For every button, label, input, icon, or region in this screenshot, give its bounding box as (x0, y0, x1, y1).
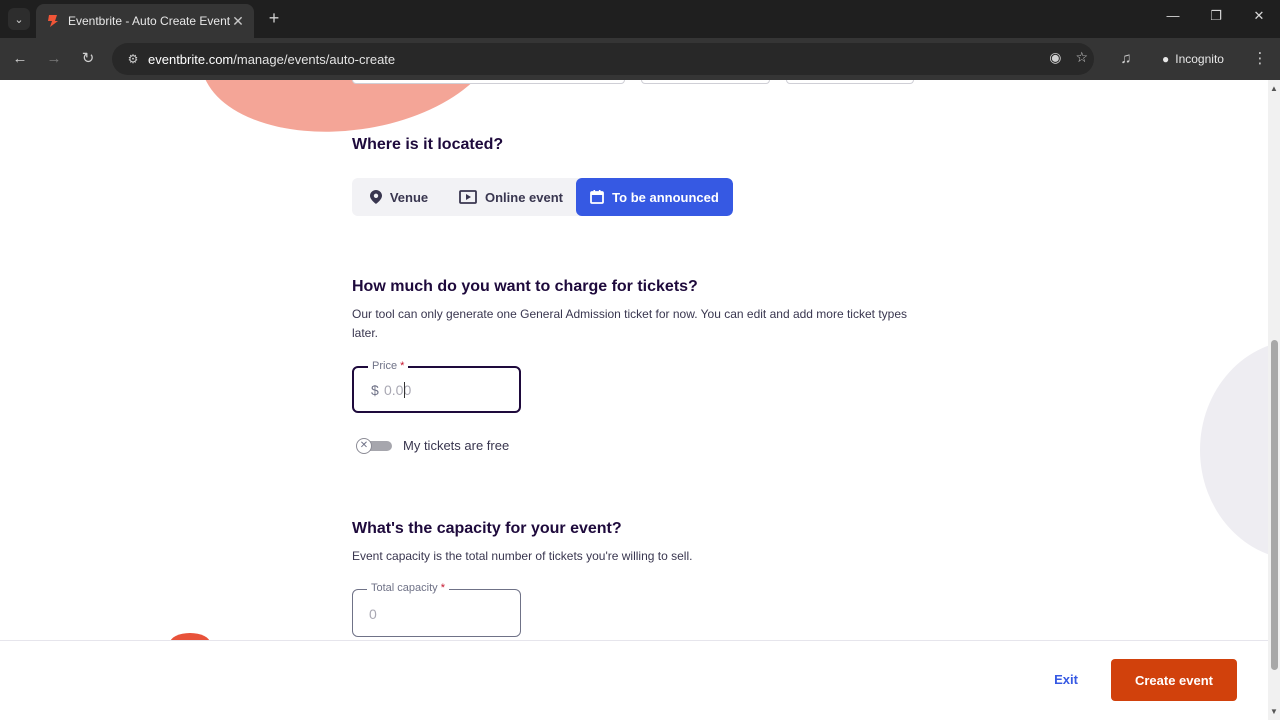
url-text: eventbrite.com/manage/events/auto-create (148, 52, 395, 67)
price-input[interactable] (384, 379, 494, 401)
close-icon[interactable]: ✕ (230, 13, 246, 30)
online-event-option[interactable]: Online event (446, 178, 576, 216)
forward-button[interactable]: → (44, 49, 64, 69)
location-heading: Where is it located? (352, 136, 504, 153)
decorative-blob-bottom (170, 633, 210, 640)
back-button[interactable]: ← (10, 49, 30, 69)
star-icon[interactable]: ☆ (1075, 49, 1088, 66)
toggle-off-icon: ✕ (356, 438, 372, 454)
plus-icon: + (268, 8, 280, 28)
incognito-icon: ● (1162, 52, 1170, 66)
restore-button[interactable]: ❐ (1206, 8, 1226, 24)
venue-label: Venue (389, 189, 429, 205)
calendar-icon (590, 190, 605, 204)
to-be-announced-label: To be announced (612, 189, 719, 205)
decorative-blob-right (1200, 340, 1268, 560)
new-tab-button[interactable]: + (264, 8, 284, 28)
previous-field-2[interactable] (641, 80, 770, 84)
text-cursor (404, 382, 406, 398)
tickets-description: Our tool can only generate one General A… (352, 307, 907, 340)
free-tickets-label: My tickets are free (403, 438, 510, 453)
online-event-label: Online event (484, 189, 564, 205)
venue-option[interactable]: Venue (352, 178, 446, 216)
eventbrite-logo-icon (48, 15, 58, 27)
price-label: Price * (368, 360, 409, 372)
previous-field-1[interactable] (352, 80, 625, 84)
window-close-button[interactable]: ✕ (1249, 8, 1269, 24)
browser-tab-bar: ⌄ Eventbrite - Auto Create Event ✕ + — ❐… (0, 0, 1280, 38)
price-field[interactable]: Price * $ (352, 360, 521, 413)
reload-button[interactable]: ↻ (78, 49, 98, 69)
url-path: /manage/events/auto-create (233, 51, 396, 67)
tab-list-button[interactable]: ⌄ (8, 8, 30, 30)
tickets-heading: How much do you want to charge for ticke… (352, 278, 698, 295)
pin-icon (369, 190, 382, 204)
free-tickets-toggle[interactable]: ✕ (356, 438, 392, 454)
page-content: Where is it located? Venue Online event … (0, 80, 1268, 640)
capacity-label: Total capacity * (367, 582, 449, 594)
browser-toolbar: ← → ↻ ⚙ eventbrite.com/manage/events/aut… (0, 38, 1280, 80)
required-mark: * (400, 360, 405, 372)
required-mark: * (440, 582, 445, 594)
video-icon (459, 190, 477, 204)
browser-menu-button[interactable]: ⋮ (1250, 49, 1270, 69)
tab-title: Eventbrite - Auto Create Event (68, 14, 230, 28)
eye-off-icon[interactable]: ◉ (1049, 49, 1061, 66)
to-be-announced-option[interactable]: To be announced (576, 178, 733, 216)
create-event-button[interactable]: Create event (1111, 659, 1237, 701)
exit-button[interactable]: Exit (1040, 663, 1092, 695)
browser-tab[interactable]: Eventbrite - Auto Create Event ✕ (36, 4, 254, 38)
footer-bar: Exit Create event (0, 640, 1268, 720)
page-scrollbar[interactable]: ▲ ▼ (1268, 80, 1280, 720)
price-label-text: Price (372, 360, 398, 372)
chevron-down-icon: ⌄ (14, 13, 24, 26)
scroll-up-arrow-icon[interactable]: ▲ (1270, 84, 1278, 93)
scrollbar-thumb[interactable] (1271, 340, 1278, 670)
capacity-description: Event capacity is the total number of ti… (352, 549, 693, 563)
kebab-icon: ⋮ (1252, 50, 1268, 67)
previous-field-3[interactable] (786, 80, 914, 84)
media-button[interactable]: ♫ (1116, 49, 1136, 69)
arrow-right-icon: → (46, 50, 62, 67)
minimize-button[interactable]: — (1163, 8, 1183, 23)
incognito-label: Incognito (1175, 52, 1224, 66)
scroll-down-arrow-icon[interactable]: ▼ (1270, 707, 1278, 716)
location-options: Venue Online event To be announced (352, 178, 733, 216)
media-icon: ♫ (1120, 50, 1132, 67)
currency-symbol: $ (371, 382, 379, 398)
capacity-heading: What's the capacity for your event? (352, 520, 622, 537)
tune-icon[interactable]: ⚙ (124, 52, 142, 66)
reload-icon: ↻ (81, 50, 95, 67)
capacity-field[interactable]: Total capacity * (352, 582, 521, 637)
arrow-left-icon: ← (12, 50, 28, 67)
address-bar[interactable]: ⚙ eventbrite.com/manage/events/auto-crea… (112, 43, 1094, 75)
incognito-indicator[interactable]: ● Incognito (1150, 44, 1236, 74)
url-host: eventbrite.com (148, 51, 234, 67)
capacity-input[interactable] (369, 603, 499, 625)
capacity-label-text: Total capacity (371, 582, 438, 594)
